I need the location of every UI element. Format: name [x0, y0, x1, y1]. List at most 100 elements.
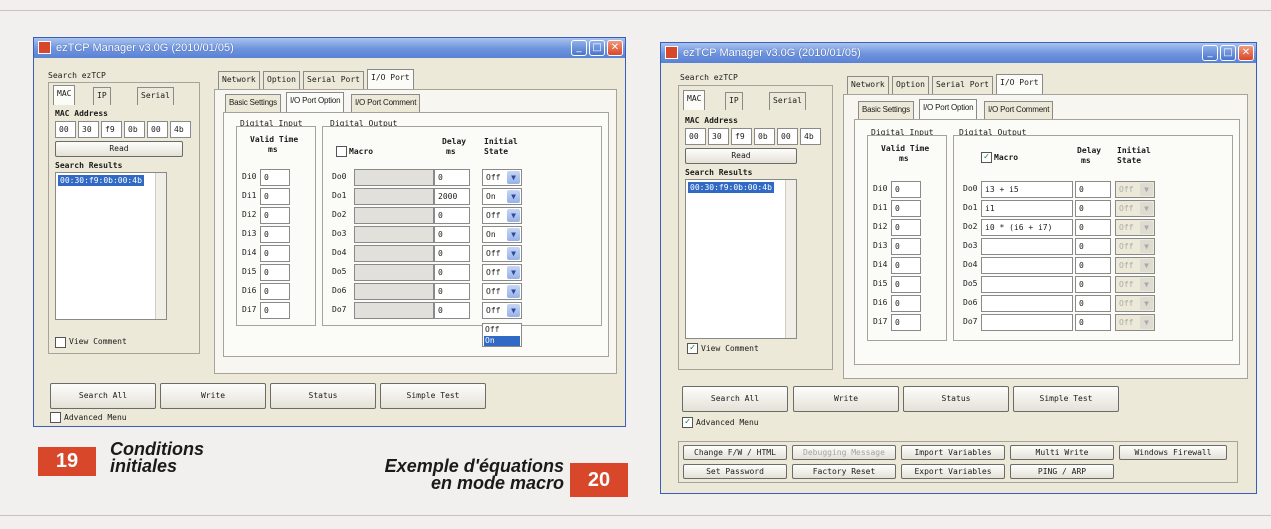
- search-results-list[interactable]: 00:30:f9:0b:00:4b: [685, 179, 797, 339]
- dropdown-option-off[interactable]: Off: [484, 325, 499, 335]
- tab-serial[interactable]: Serial: [137, 87, 174, 105]
- di-valid-time-field[interactable]: 0: [260, 264, 290, 281]
- di-valid-time-field[interactable]: 0: [891, 238, 921, 255]
- close-icon[interactable]: ✕: [1238, 45, 1254, 61]
- search-all-button[interactable]: Search All: [50, 383, 156, 409]
- do-macro-field[interactable]: i3 + i5: [981, 181, 1073, 198]
- di-valid-time-field[interactable]: 0: [891, 314, 921, 331]
- dropdown-option-on[interactable]: On: [484, 336, 520, 346]
- tab-option[interactable]: Option: [263, 71, 300, 89]
- tab-io-port-option[interactable]: I/O Port Option: [286, 92, 345, 112]
- do-initial-state-select[interactable]: Off ▼: [482, 302, 522, 319]
- tab-serial-port[interactable]: Serial Port: [932, 76, 993, 94]
- scrollbar[interactable]: [785, 180, 796, 338]
- mac-octet-1[interactable]: 00: [685, 128, 706, 145]
- status-button[interactable]: Status: [270, 383, 376, 409]
- mac-octet-6[interactable]: 4b: [800, 128, 821, 145]
- do-delay-field[interactable]: 0: [1075, 295, 1111, 312]
- tab-ip[interactable]: IP: [93, 87, 111, 105]
- di-valid-time-field[interactable]: 0: [260, 245, 290, 262]
- minimize-icon[interactable]: _: [571, 40, 587, 56]
- do-macro-field[interactable]: i0 * (i6 + i7): [981, 219, 1073, 236]
- tab-ip[interactable]: IP: [725, 92, 743, 110]
- tab-io-port-comment[interactable]: I/O Port Comment: [351, 94, 421, 112]
- do-delay-field[interactable]: 0: [434, 283, 470, 300]
- mac-octet-5[interactable]: 00: [777, 128, 798, 145]
- chevron-down-icon[interactable]: ▼: [507, 209, 520, 222]
- do-delay-field[interactable]: 0: [434, 207, 470, 224]
- do-delay-field[interactable]: 0: [1075, 314, 1111, 331]
- maximize-icon[interactable]: □: [1220, 45, 1236, 61]
- chevron-down-icon[interactable]: ▼: [507, 228, 520, 241]
- window-titlebar[interactable]: ezTCP Manager v3.0G (2010/01/05): [34, 38, 625, 58]
- view-comment-checkbox[interactable]: [55, 337, 66, 348]
- mac-octet-4[interactable]: 0b: [754, 128, 775, 145]
- change-fw-html-button[interactable]: Change F/W / HTML: [683, 445, 787, 460]
- tab-io-port[interactable]: I/O Port: [367, 69, 414, 89]
- do-initial-state-select[interactable]: Off ▼: [482, 264, 522, 281]
- export-variables-button[interactable]: Export Variables: [901, 464, 1005, 479]
- tab-network[interactable]: Network: [847, 76, 889, 94]
- di-valid-time-field[interactable]: 0: [260, 226, 290, 243]
- chevron-down-icon[interactable]: ▼: [1140, 240, 1153, 253]
- chevron-down-icon[interactable]: ▼: [1140, 221, 1153, 234]
- do-delay-field[interactable]: 0: [434, 226, 470, 243]
- di-valid-time-field[interactable]: 0: [891, 219, 921, 236]
- mac-octet-4[interactable]: 0b: [124, 121, 145, 138]
- mac-octet-2[interactable]: 30: [708, 128, 729, 145]
- do-macro-field[interactable]: [981, 295, 1073, 312]
- di-valid-time-field[interactable]: 0: [260, 169, 290, 186]
- do-macro-field[interactable]: [981, 314, 1073, 331]
- do-delay-field[interactable]: 0: [434, 302, 470, 319]
- do-delay-field[interactable]: 0: [1075, 238, 1111, 255]
- search-result-item[interactable]: 00:30:f9:0b:00:4b: [688, 182, 774, 193]
- minimize-icon[interactable]: _: [1202, 45, 1218, 61]
- tab-network[interactable]: Network: [218, 71, 260, 89]
- tab-io-port[interactable]: I/O Port: [996, 74, 1043, 94]
- write-button[interactable]: Write: [160, 383, 266, 409]
- di-valid-time-field[interactable]: 0: [260, 207, 290, 224]
- import-variables-button[interactable]: Import Variables: [901, 445, 1005, 460]
- tab-option[interactable]: Option: [892, 76, 929, 94]
- set-password-button[interactable]: Set Password: [683, 464, 787, 479]
- do-initial-state-select[interactable]: Off ▼: [482, 245, 522, 262]
- chevron-down-icon[interactable]: ▼: [1140, 297, 1153, 310]
- factory-reset-button[interactable]: Factory Reset: [792, 464, 896, 479]
- do-initial-state-select[interactable]: Off ▼: [482, 283, 522, 300]
- chevron-down-icon[interactable]: ▼: [1140, 316, 1153, 329]
- multi-write-button[interactable]: Multi Write: [1010, 445, 1114, 460]
- ping-arp-button[interactable]: PING / ARP: [1010, 464, 1114, 479]
- debugging-message-button[interactable]: Debugging Message: [792, 445, 896, 460]
- tab-serial[interactable]: Serial: [769, 92, 806, 110]
- do-macro-field[interactable]: [981, 257, 1073, 274]
- write-button[interactable]: Write: [793, 386, 899, 412]
- chevron-down-icon[interactable]: ▼: [507, 171, 520, 184]
- simple-test-button[interactable]: Simple Test: [380, 383, 486, 409]
- mac-octet-2[interactable]: 30: [78, 121, 99, 138]
- tab-basic-settings[interactable]: Basic Settings: [858, 101, 914, 119]
- mac-octet-3[interactable]: f9: [101, 121, 122, 138]
- tab-basic-settings[interactable]: Basic Settings: [225, 94, 281, 112]
- do-delay-field[interactable]: 0: [434, 169, 470, 186]
- do-initial-state-select[interactable]: On ▼: [482, 188, 522, 205]
- do-initial-state-select[interactable]: Off ▼: [482, 169, 522, 186]
- di-valid-time-field[interactable]: 0: [260, 188, 290, 205]
- chevron-down-icon[interactable]: ▼: [507, 304, 520, 317]
- view-comment-checkbox[interactable]: ✓: [687, 343, 698, 354]
- chevron-down-icon[interactable]: ▼: [1140, 183, 1153, 196]
- window-titlebar[interactable]: ezTCP Manager v3.0G (2010/01/05): [661, 43, 1256, 63]
- macro-checkbox[interactable]: ✓: [981, 152, 992, 163]
- do-macro-field[interactable]: [981, 276, 1073, 293]
- tab-io-port-comment[interactable]: I/O Port Comment: [984, 101, 1054, 119]
- do-delay-field[interactable]: 0: [1075, 181, 1111, 198]
- status-button[interactable]: Status: [903, 386, 1009, 412]
- chevron-down-icon[interactable]: ▼: [1140, 278, 1153, 291]
- di-valid-time-field[interactable]: 0: [891, 181, 921, 198]
- di-valid-time-field[interactable]: 0: [891, 295, 921, 312]
- do-delay-field[interactable]: 0: [1075, 276, 1111, 293]
- di-valid-time-field[interactable]: 0: [891, 257, 921, 274]
- windows-firewall-button[interactable]: Windows Firewall: [1119, 445, 1227, 460]
- di-valid-time-field[interactable]: 0: [260, 283, 290, 300]
- tab-io-port-option[interactable]: I/O Port Option: [919, 99, 978, 119]
- do-macro-field[interactable]: [981, 238, 1073, 255]
